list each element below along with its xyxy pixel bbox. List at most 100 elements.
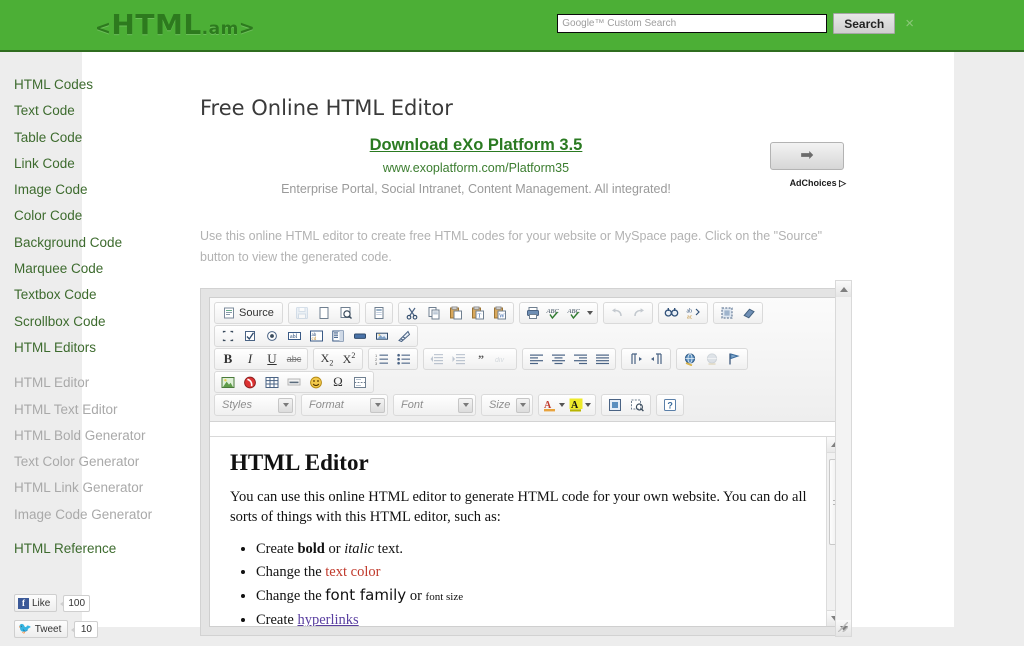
spellcheck-as-you-type-icon[interactable]: ABC bbox=[566, 304, 595, 323]
sidebar-item-html-link-generator[interactable]: HTML Link Generator bbox=[14, 475, 189, 501]
font-combo[interactable]: Font bbox=[393, 394, 476, 416]
sidebar-item-image-code-generator[interactable]: Image Code Generator bbox=[14, 502, 189, 528]
sidebar-item-table-code[interactable]: Table Code bbox=[14, 125, 189, 151]
text-color-button[interactable]: A bbox=[541, 396, 567, 415]
remove-format-icon[interactable] bbox=[738, 304, 760, 323]
replace-icon[interactable]: ab ac bbox=[683, 304, 705, 323]
ad-cta-button[interactable]: ➡ bbox=[770, 142, 844, 170]
search-form: Search × bbox=[557, 13, 914, 34]
print-icon[interactable] bbox=[522, 304, 544, 323]
ad-title-link[interactable]: Download eXo Platform 3.5 bbox=[370, 136, 583, 155]
copy-icon[interactable] bbox=[423, 304, 445, 323]
subscript-icon[interactable]: X2 bbox=[316, 350, 338, 369]
twitter-tweet-button[interactable]: 🐦 Tweet bbox=[14, 620, 69, 639]
text-direction-rtl-icon[interactable] bbox=[646, 350, 668, 369]
indent-icon[interactable] bbox=[448, 350, 470, 369]
background-color-button[interactable]: A bbox=[567, 396, 593, 415]
preview-icon[interactable] bbox=[335, 304, 357, 323]
show-blocks-icon[interactable] bbox=[626, 396, 648, 415]
sidebar-item-html-reference[interactable]: HTML Reference bbox=[14, 536, 189, 562]
search-button[interactable]: Search bbox=[833, 13, 896, 34]
sidebar-item-link-code[interactable]: Link Code bbox=[14, 151, 189, 177]
new-page-icon[interactable] bbox=[313, 304, 335, 323]
page-scroll-up-arrow-icon[interactable] bbox=[836, 281, 851, 297]
sidebar-item-html-editors[interactable]: HTML Editors bbox=[14, 335, 189, 361]
page-vertical-scrollbar[interactable] bbox=[835, 280, 852, 637]
bulleted-list-icon[interactable] bbox=[393, 350, 415, 369]
search-input[interactable] bbox=[557, 14, 828, 33]
redo-icon[interactable] bbox=[628, 304, 650, 323]
text-direction-ltr-icon[interactable] bbox=[624, 350, 646, 369]
justify-icon[interactable] bbox=[591, 350, 613, 369]
source-button[interactable]: Source bbox=[217, 304, 280, 323]
smiley-icon[interactable] bbox=[305, 373, 327, 392]
size-combo[interactable]: Size bbox=[481, 394, 533, 416]
cut-icon[interactable] bbox=[401, 304, 423, 323]
sidebar-item-background-code[interactable]: Background Code bbox=[14, 230, 189, 256]
anchor-icon[interactable] bbox=[723, 350, 745, 369]
select-field-icon[interactable] bbox=[327, 327, 349, 346]
templates-icon[interactable] bbox=[368, 304, 390, 323]
sidebar-item-textbox-code[interactable]: Textbox Code bbox=[14, 282, 189, 308]
unlink-icon[interactable] bbox=[701, 350, 723, 369]
image-button-icon[interactable] bbox=[371, 327, 393, 346]
outdent-icon[interactable] bbox=[426, 350, 448, 369]
form-button-icon[interactable] bbox=[349, 327, 371, 346]
close-icon[interactable]: × bbox=[905, 16, 914, 31]
horizontal-rule-icon[interactable] bbox=[283, 373, 305, 392]
site-logo[interactable]: <HTML.am> bbox=[95, 8, 255, 41]
editor-document[interactable]: HTML Editor You can use this online HTML… bbox=[210, 437, 842, 626]
facebook-like-button[interactable]: f Like bbox=[14, 594, 58, 613]
create-div-icon[interactable]: div bbox=[492, 350, 514, 369]
strikethrough-icon[interactable]: abc bbox=[283, 350, 305, 369]
find-icon[interactable] bbox=[661, 304, 683, 323]
paste-icon[interactable] bbox=[445, 304, 467, 323]
italic-icon[interactable]: I bbox=[239, 350, 261, 369]
align-center-icon[interactable] bbox=[547, 350, 569, 369]
bullet-hyperlink[interactable]: hyperlinks bbox=[297, 612, 358, 626]
radio-button-icon[interactable] bbox=[261, 327, 283, 346]
form-icon[interactable] bbox=[217, 327, 239, 346]
maximize-icon[interactable] bbox=[604, 396, 626, 415]
blockquote-icon[interactable]: ” bbox=[470, 350, 492, 369]
hidden-field-icon[interactable] bbox=[393, 327, 415, 346]
format-combo[interactable]: Format bbox=[301, 394, 388, 416]
underline-icon[interactable]: U bbox=[261, 350, 283, 369]
image-icon[interactable] bbox=[217, 373, 239, 392]
sidebar-item-color-code[interactable]: Color Code bbox=[14, 203, 189, 229]
bold-icon[interactable]: B bbox=[217, 350, 239, 369]
link-icon[interactable] bbox=[679, 350, 701, 369]
sidebar-item-text-code[interactable]: Text Code bbox=[14, 98, 189, 124]
flash-icon[interactable] bbox=[239, 373, 261, 392]
page-break-icon[interactable] bbox=[349, 373, 371, 392]
sidebar-item-html-text-editor[interactable]: HTML Text Editor bbox=[14, 397, 189, 423]
styles-combo[interactable]: Styles bbox=[214, 394, 296, 416]
sidebar-item-image-code[interactable]: Image Code bbox=[14, 177, 189, 203]
paste-text-icon[interactable]: T bbox=[467, 304, 489, 323]
resize-handle-icon[interactable] bbox=[837, 621, 849, 633]
sidebar-item-html-codes[interactable]: HTML Codes bbox=[14, 72, 189, 98]
sidebar-item-html-editor[interactable]: HTML Editor bbox=[14, 370, 189, 396]
spellcheck-icon[interactable]: ABC bbox=[544, 304, 566, 323]
toolbar-group-align bbox=[522, 348, 616, 370]
save-icon[interactable] bbox=[291, 304, 313, 323]
table-icon[interactable] bbox=[261, 373, 283, 392]
checkbox-icon[interactable] bbox=[239, 327, 261, 346]
textarea-icon[interactable]: ab cd bbox=[305, 327, 327, 346]
numbered-list-icon[interactable]: 123 bbox=[371, 350, 393, 369]
paste-word-icon[interactable]: W bbox=[489, 304, 511, 323]
align-left-icon[interactable] bbox=[525, 350, 547, 369]
adchoices-label[interactable]: AdChoices ▷ bbox=[790, 178, 846, 189]
select-all-icon[interactable] bbox=[716, 304, 738, 323]
about-icon[interactable]: ? bbox=[659, 396, 681, 415]
text-field-icon[interactable]: abl bbox=[283, 327, 305, 346]
sidebar-item-html-bold-generator[interactable]: HTML Bold Generator bbox=[14, 423, 189, 449]
editor-content-area[interactable]: HTML Editor You can use this online HTML… bbox=[210, 436, 842, 626]
align-right-icon[interactable] bbox=[569, 350, 591, 369]
sidebar-item-marquee-code[interactable]: Marquee Code bbox=[14, 256, 189, 282]
special-character-icon[interactable]: Ω bbox=[327, 373, 349, 392]
undo-icon[interactable] bbox=[606, 304, 628, 323]
sidebar-item-text-color-generator[interactable]: Text Color Generator bbox=[14, 449, 189, 475]
sidebar-item-scrollbox-code[interactable]: Scrollbox Code bbox=[14, 309, 189, 335]
superscript-icon[interactable]: X2 bbox=[338, 350, 360, 369]
